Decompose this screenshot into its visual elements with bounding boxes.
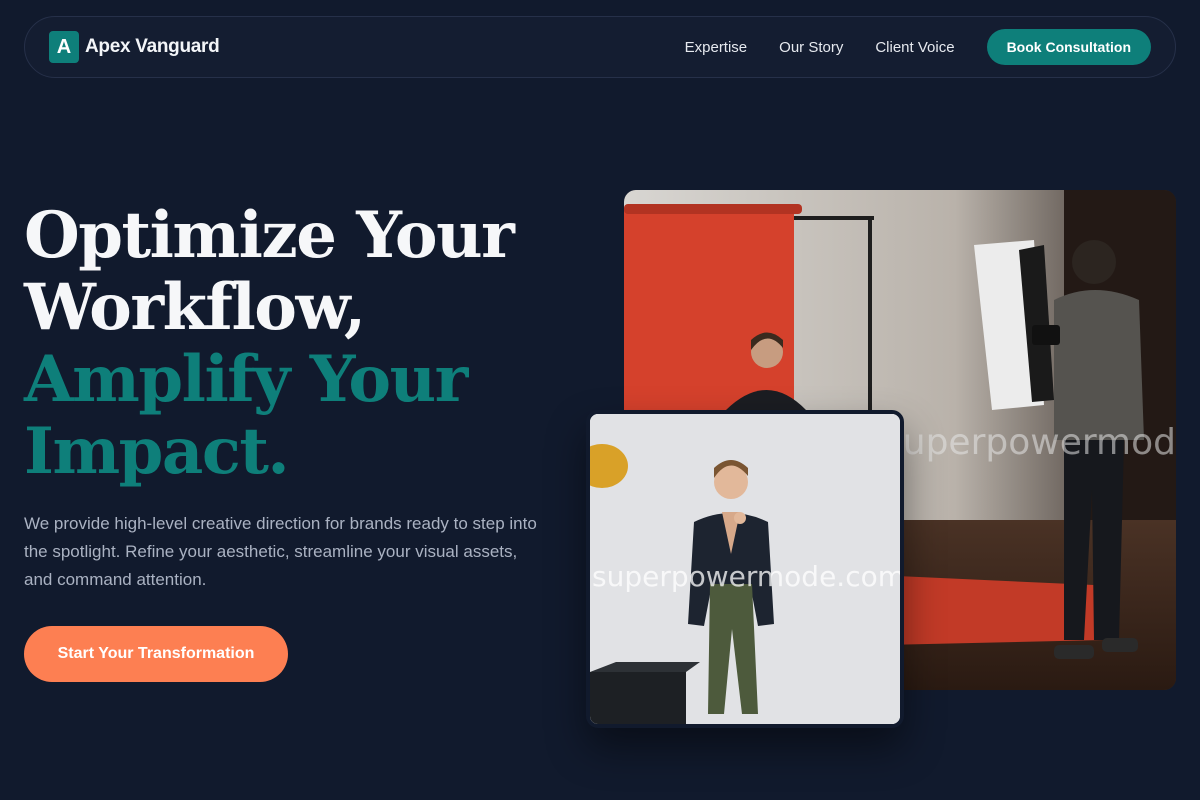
- hero-headline: Optimize Your Workflow, Amplify Your Imp…: [24, 198, 515, 489]
- brand-mark-icon: A: [49, 31, 79, 63]
- hero-description: We provide high-level creative direction…: [24, 514, 537, 589]
- nav-link-our-story[interactable]: Our Story: [779, 39, 843, 56]
- model-portrait-illustration: [590, 414, 900, 724]
- start-transformation-button[interactable]: Start Your Transformation: [24, 626, 288, 682]
- hero-headline-accent-line-2: Impact.: [24, 414, 290, 489]
- book-consultation-button[interactable]: Book Consultation: [986, 29, 1151, 65]
- hero-headline-line-1: Optimize Your: [24, 198, 515, 273]
- model-photo-small: superpowermode.com: [586, 410, 904, 728]
- top-nav-bar: A Apex Vanguard Expertise Our Story Clie…: [24, 16, 1176, 78]
- brand-name: Apex Vanguard: [85, 36, 220, 57]
- nav-link-expertise[interactable]: Expertise: [685, 39, 748, 56]
- hero-headline-line-2: Workflow,: [24, 270, 366, 345]
- nav-links: Expertise Our Story Client Voice Book Co…: [653, 29, 1151, 65]
- brand-logo-link[interactable]: A Apex Vanguard: [49, 31, 220, 63]
- nav-link-client-voice[interactable]: Client Voice: [875, 39, 954, 56]
- hero-headline-accent-line-1: Amplify Your: [24, 342, 468, 417]
